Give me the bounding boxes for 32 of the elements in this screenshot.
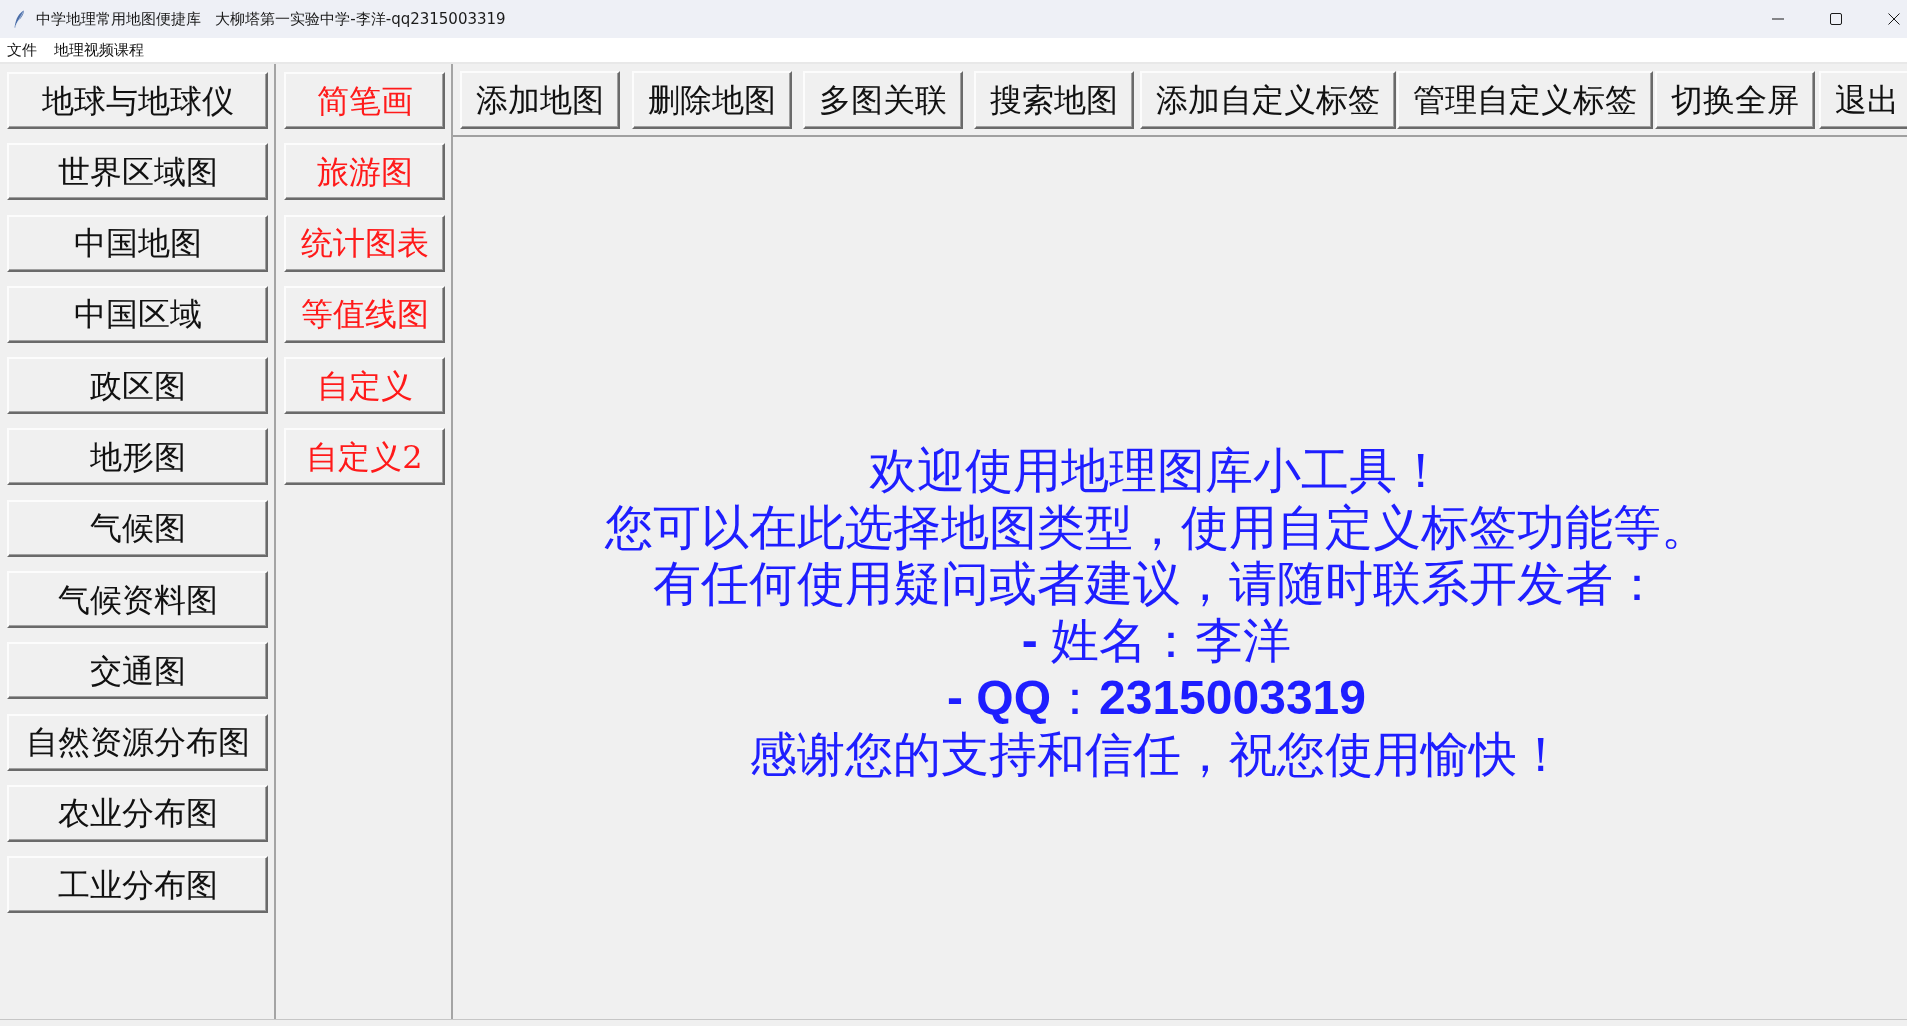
welcome-text-line: 有任何使用疑问或者建议，请随时联系开发者： [652,556,1661,613]
map-category-button[interactable]: 世界区域图 [7,143,268,201]
map-category-button[interactable]: 工业分布图 [7,856,268,914]
map-category-button[interactable]: 地形图 [7,428,268,486]
map-category-button[interactable]: 中国区域 [7,285,268,343]
welcome-text-line: - QQ：2315003319 [947,669,1366,726]
map-category-button[interactable]: 气候图 [7,499,268,557]
window-title: 中学地理常用地图便捷库 大柳塔第一实验中学-李洋-qq2315003319 [36,9,506,29]
toolbar-button[interactable]: 添加自定义标签 [1140,71,1396,129]
map-category-button[interactable]: 农业分布图 [7,784,268,842]
close-icon[interactable] [1888,13,1900,25]
toolbar-button[interactable]: 管理自定义标签 [1397,71,1653,129]
map-category-button[interactable]: 地球与地球仪 [7,72,268,129]
welcome-text-line: - 姓名：李洋 [1021,613,1292,670]
welcome-text-line: 欢迎使用地理图库小工具！ [868,443,1445,499]
menu-item[interactable]: 文件 [7,41,37,59]
map-category-button[interactable]: 气候资料图 [7,571,268,629]
toolbar-button[interactable]: 搜索地图 [974,71,1134,129]
toolbar-button[interactable]: 切换全屏 [1655,71,1815,129]
menu-item[interactable]: 地理视频课程 [54,41,144,59]
map-category-button[interactable]: 中国地图 [7,214,268,272]
map-category-button[interactable]: 交通图 [7,642,268,700]
feather-icon [13,10,25,28]
welcome-text-line: 您可以在此选择地图类型，使用自定义标签功能等。 [604,499,1709,556]
maximize-icon[interactable] [1830,13,1842,25]
welcome-text-line: 感谢您的支持和信任，祝您使用愉快！ [748,726,1565,783]
toolbar-button[interactable]: 多图关联 [803,71,963,129]
toolbar-button[interactable]: 添加地图 [460,71,620,129]
map-category-button[interactable]: 政区图 [7,357,268,415]
toolbar-button[interactable]: 删除地图 [632,71,792,129]
toolbar-button[interactable]: 退出 [1819,71,1907,129]
map-category-button[interactable]: 自然资源分布图 [7,713,268,771]
